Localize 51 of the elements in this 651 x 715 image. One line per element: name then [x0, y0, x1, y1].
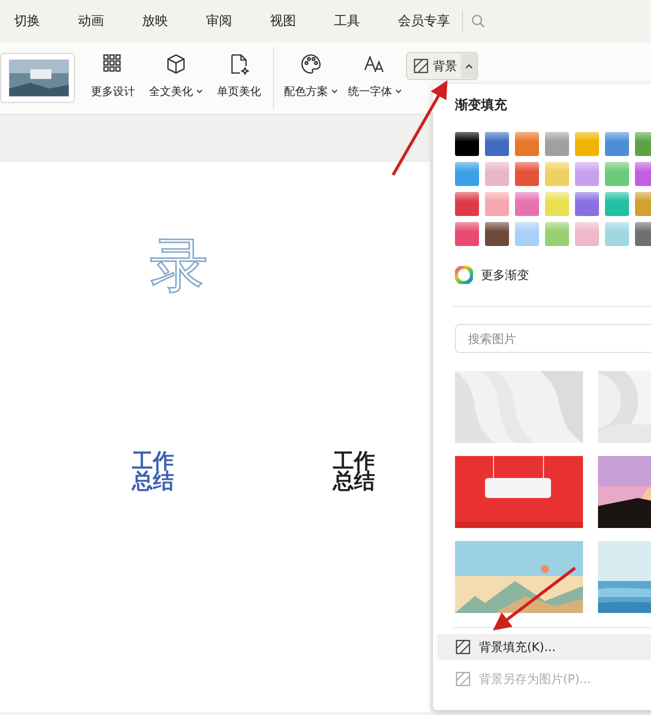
gradient-swatch[interactable]: [515, 132, 539, 156]
gradient-swatch[interactable]: [575, 162, 599, 186]
gradient-swatch[interactable]: [605, 132, 629, 156]
menu-tab[interactable]: 放映: [142, 12, 206, 30]
gradient-swatch[interactable]: [485, 162, 509, 186]
gradient-swatch[interactable]: [575, 222, 599, 246]
slide-title: 工作 总结: [132, 452, 174, 492]
color-wheel-icon: [455, 266, 473, 284]
background-button[interactable]: 背景: [406, 52, 478, 80]
gradient-swatch[interactable]: [605, 162, 629, 186]
more-gradients-link[interactable]: 更多渐变: [481, 266, 529, 284]
menu-tab[interactable]: 动画: [78, 12, 142, 30]
hatch-icon: [413, 58, 429, 74]
search-icon[interactable]: [471, 14, 485, 28]
menu-tab[interactable]: 视图: [270, 12, 334, 30]
gradient-swatch[interactable]: [545, 132, 569, 156]
menu-item[interactable]: 背景填充(K)...: [437, 634, 651, 660]
slide-glyph: 录: [150, 230, 208, 301]
gradient-swatch[interactable]: [515, 162, 539, 186]
hatch-icon: [455, 639, 471, 655]
ribbon-button[interactable]: 更多设计: [91, 84, 135, 99]
gradient-swatch[interactable]: [575, 192, 599, 216]
ribbon-button[interactable]: 全文美化: [149, 84, 203, 99]
gradient-swatch[interactable]: [455, 192, 479, 216]
slide-title: 工作 总结: [333, 452, 375, 492]
menu-tab[interactable]: 会员专享: [398, 12, 462, 30]
search-field[interactable]: 搜索图片: [455, 324, 651, 353]
gradient-swatch[interactable]: [545, 162, 569, 186]
gradient-swatch[interactable]: [575, 132, 599, 156]
palette-icon: [299, 52, 323, 76]
gradient-swatch[interactable]: [515, 192, 539, 216]
gradient-swatch[interactable]: [545, 222, 569, 246]
ribbon-button[interactable]: 配色方案: [284, 84, 338, 99]
menu-tab[interactable]: 审阅: [206, 12, 270, 30]
gradient-swatch[interactable]: [455, 132, 479, 156]
gradient-swatch[interactable]: [455, 222, 479, 246]
hatch-icon: [455, 671, 471, 687]
gradient-swatch[interactable]: [605, 192, 629, 216]
gradient-swatch[interactable]: [485, 222, 509, 246]
menu-tab[interactable]: 切换: [14, 12, 78, 30]
gradient-swatch[interactable]: [515, 222, 539, 246]
gradient-swatch[interactable]: [455, 162, 479, 186]
gradient-swatch[interactable]: [485, 192, 509, 216]
menu-tab[interactable]: 工具: [334, 12, 398, 30]
ribbon-button[interactable]: 单页美化: [217, 84, 261, 99]
gradient-swatch[interactable]: [545, 192, 569, 216]
gradient-swatch[interactable]: [605, 222, 629, 246]
caret-icon: [465, 63, 473, 69]
ribbon-button[interactable]: 统一字体: [348, 84, 402, 99]
panel-title: 渐变填充: [455, 96, 508, 114]
gradient-swatch[interactable]: [485, 132, 509, 156]
